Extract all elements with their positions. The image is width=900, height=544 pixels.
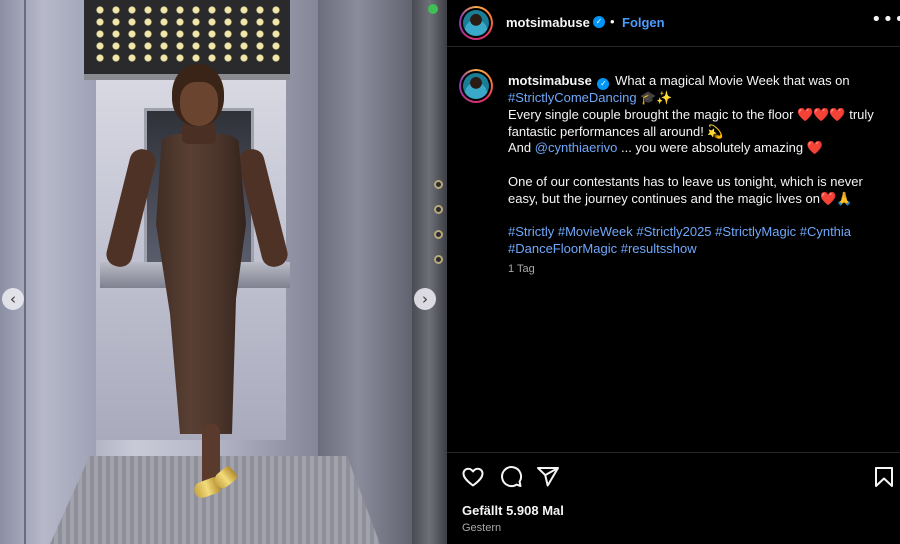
caption-line-3-prefix: And: [508, 140, 532, 156]
caption-username[interactable]: motsimabuse: [508, 73, 592, 88]
hashtag-link[interactable]: #DanceFloorMagic: [508, 241, 617, 256]
post-header: motsimabuse ✓ • Folgen •••: [447, 0, 900, 46]
actions-divider: [447, 452, 900, 453]
post-caption: motsimabuse ✓ What a magical Movie Week …: [508, 73, 888, 258]
profile-picture: [463, 10, 489, 36]
caption-emoji: 🎓✨: [640, 90, 673, 105]
photo-subject: [103, 64, 291, 514]
bookmark-icon[interactable]: [872, 465, 896, 489]
elevator-panel-seam: [24, 0, 26, 544]
comment-icon[interactable]: [499, 465, 523, 489]
profile-picture: [463, 73, 489, 99]
share-icon[interactable]: [536, 465, 560, 489]
carousel-prev-button[interactable]: ‹: [2, 288, 24, 310]
caption-line-3-suffix: ... you were absolutely amazing ❤️: [620, 140, 823, 156]
separator-dot: •: [610, 14, 615, 29]
more-options-icon[interactable]: •••: [871, 9, 900, 30]
hashtag-link[interactable]: #Strictly2025: [636, 224, 711, 239]
hashtag-link[interactable]: #resultsshow: [621, 241, 697, 256]
caption-avatar[interactable]: [459, 69, 493, 103]
header-username[interactable]: motsimabuse: [506, 15, 590, 30]
hashtag-link[interactable]: #Cynthia: [800, 224, 851, 239]
verified-badge-icon: ✓: [593, 16, 605, 28]
hashtag-link[interactable]: #Strictly: [508, 224, 554, 239]
elevator-button-panel: [434, 180, 447, 290]
elevator-left-wall: [0, 0, 96, 544]
hashtag-link[interactable]: #MovieWeek: [558, 224, 633, 239]
verified-badge-icon: ✓: [597, 78, 610, 90]
caption-line-1: What a magical Movie Week that was on: [615, 73, 850, 88]
likes-count[interactable]: Gefällt 5.908 Mal: [462, 503, 564, 518]
heart-icon[interactable]: [461, 465, 485, 489]
carousel-next-button[interactable]: ›: [414, 288, 436, 310]
avatar[interactable]: [459, 6, 493, 40]
post-date: Gestern: [462, 522, 502, 534]
caption-line-4: One of our contestants has to leave us t…: [508, 173, 863, 206]
hashtag-link[interactable]: #StrictlyMagic: [715, 224, 796, 239]
hashtag-link[interactable]: #StrictlyComeDancing: [508, 90, 637, 105]
post-media[interactable]: ‹ ›: [0, 0, 447, 544]
mention-link[interactable]: @cynthiaerivo: [535, 140, 618, 155]
caption-timestamp[interactable]: 1 Tag: [508, 263, 535, 275]
hashtag-list: #Strictly #MovieWeek #Strictly2025 #Stri…: [508, 224, 888, 258]
follow-button[interactable]: Folgen: [622, 15, 665, 30]
status-light: [428, 4, 438, 14]
header-divider: [447, 46, 900, 47]
caption-line-2: Every single couple brought the magic to…: [508, 106, 874, 139]
post-sidebar: motsimabuse ✓ • Folgen ••• motsimabuse ✓…: [447, 0, 900, 544]
